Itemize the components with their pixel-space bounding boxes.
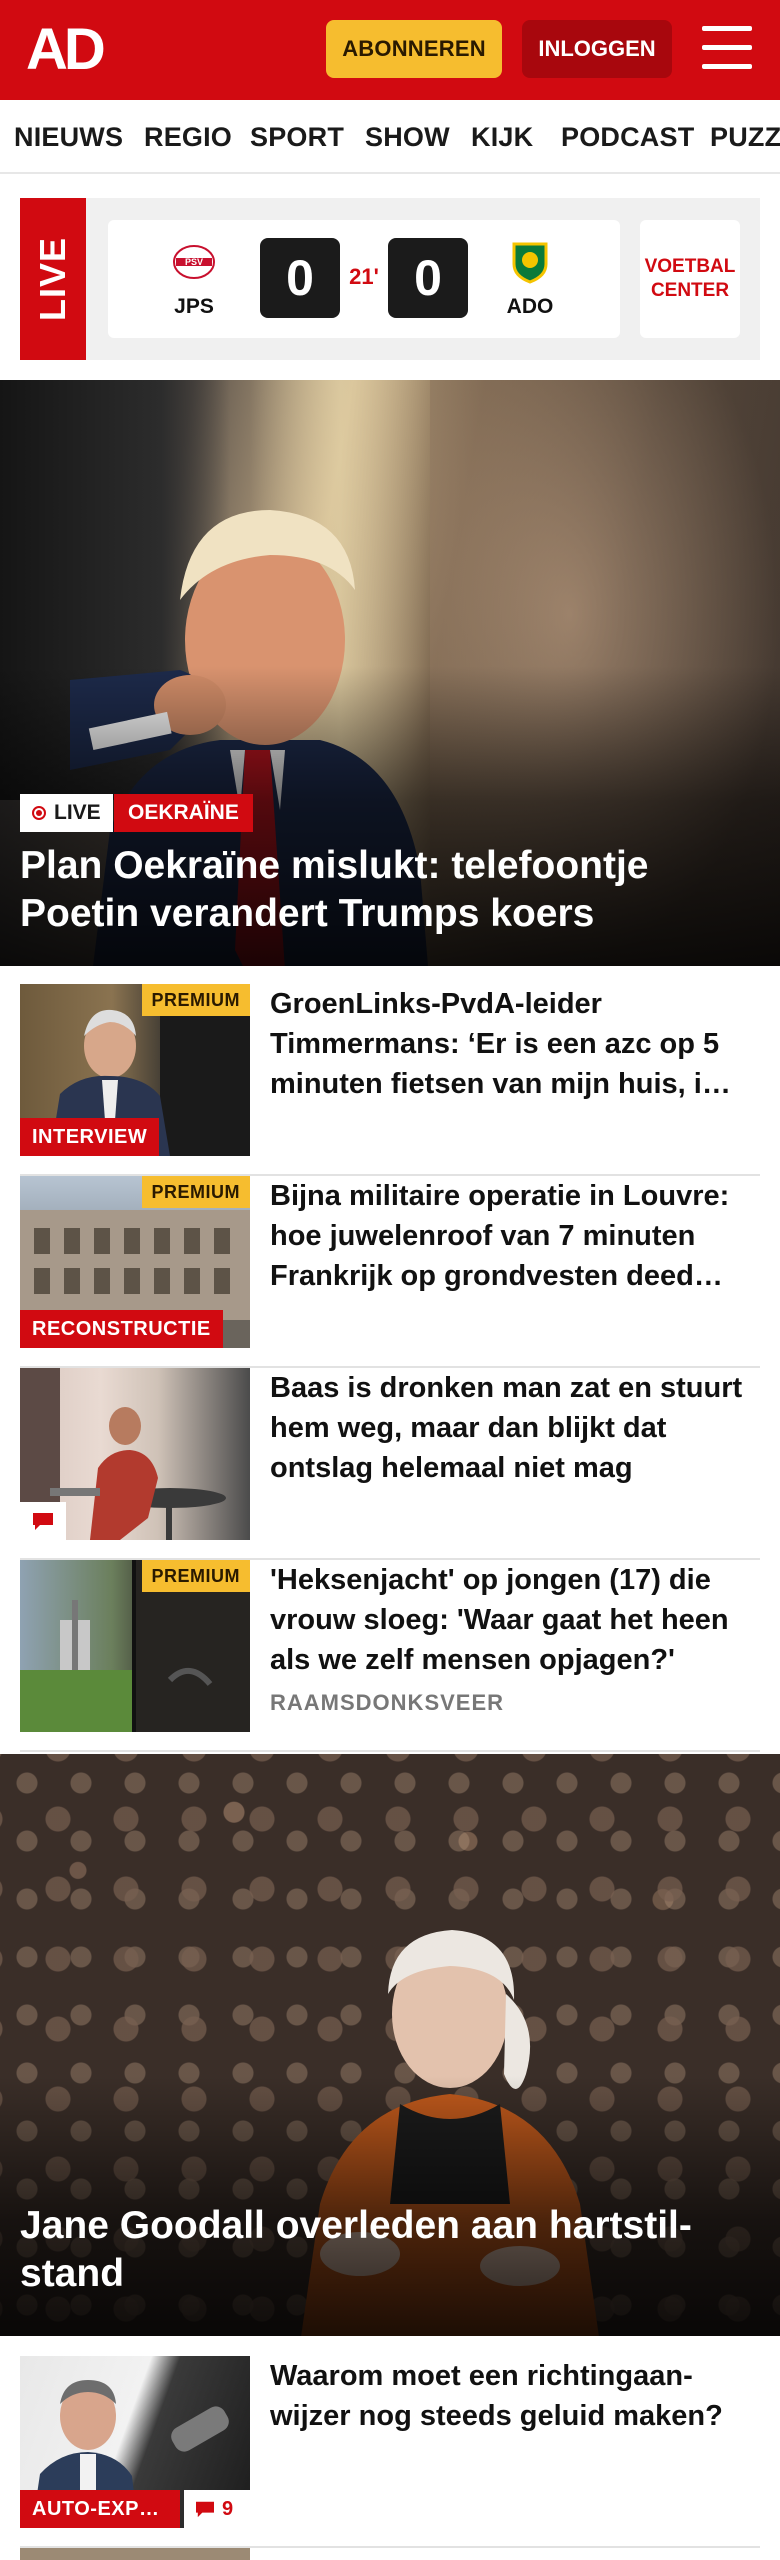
premium-badge: PREMIUM	[141, 1176, 250, 1208]
list-item[interactable]: PREMIUM RECONSTRUCTIE Bijna militaire op…	[20, 1176, 760, 1368]
live-tag: LIVE	[20, 198, 86, 360]
main-nav: NIEUWS REGIO SPORT SHOW KIJK PODCAST PUZ…	[0, 100, 780, 174]
home-team: PSV JPS	[154, 240, 234, 319]
live-dot-icon	[32, 806, 46, 820]
article-label: INTERVIEW	[20, 1118, 160, 1156]
article-label: RECONSTRUCTIE	[20, 1310, 223, 1348]
hero-title[interactable]: Plan Oekraïne mislukt: telefoontje Poeti…	[20, 842, 760, 938]
nav-item-podcast[interactable]: PODCAST	[561, 122, 694, 153]
next-article-peek	[20, 2548, 760, 2560]
premium-badge: PREMIUM	[141, 984, 250, 1016]
home-score: 0	[260, 238, 340, 318]
article-thumbnail: PREMIUM RECONSTRUCTIE	[20, 1176, 250, 1348]
hero-article-2[interactable]: Jane Goodall overleden aan hartstil­stan…	[0, 1754, 780, 2336]
article-location: RAAMSDONKSVEER	[270, 1690, 505, 1715]
match-minute: 21'	[349, 264, 379, 289]
away-team: ADO	[490, 240, 570, 319]
list-item[interactable]: Baas is dronken man zat en stuurt hem we…	[20, 1368, 760, 1560]
article-title[interactable]: Baas is dronken man zat en stuurt hem we…	[270, 1368, 760, 1488]
article-title[interactable]: 'Heksenjacht' op jongen (17) die vrouw s…	[270, 1560, 760, 1680]
live-score-widget: LIVE PSV JPS 0 21' 0 ADO VOETBAL CENTER	[20, 198, 760, 360]
article-thumbnail	[20, 1368, 250, 1540]
article-thumbnail: PREMIUM	[20, 1560, 250, 1732]
category-badge: OEKRAÏNE	[114, 794, 253, 832]
match-card[interactable]: PSV JPS 0 21' 0 ADO	[108, 220, 620, 338]
premium-badge: PREMIUM	[141, 1560, 250, 1592]
nav-item-sport[interactable]: SPORT	[250, 122, 344, 153]
nav-item-kijk[interactable]: KIJK	[471, 122, 533, 153]
ado-crest-icon	[512, 242, 548, 284]
hero2-title[interactable]: Jane Goodall overleden aan hartstil­stan…	[20, 2202, 760, 2298]
voetbal-center-link[interactable]: VOETBAL CENTER	[640, 220, 740, 338]
comment-count[interactable]: 9	[184, 2490, 250, 2528]
article-thumbnail: AUTO-EXP… 9	[20, 2356, 250, 2528]
live-badge: LIVE	[20, 794, 113, 832]
article-label: AUTO-EXP…	[20, 2490, 180, 2528]
article-title[interactable]: GroenLinks-PvdA-leider Timmermans: ‘Er i…	[270, 984, 760, 1104]
away-score: 0	[388, 238, 468, 318]
article-thumbnail: PREMIUM INTERVIEW	[20, 984, 250, 1156]
svg-text:PSV: PSV	[185, 257, 203, 267]
login-button[interactable]: INLOGGEN	[522, 20, 672, 78]
article-title[interactable]: Bijna militaire operatie in Louvre: hoe …	[270, 1176, 760, 1296]
nav-item-nieuws[interactable]: NIEUWS	[14, 122, 123, 153]
nav-item-regio[interactable]: REGIO	[144, 122, 232, 153]
ad-logo[interactable]: AD	[26, 21, 106, 79]
article-title[interactable]: Waarom moet een richtingaan­wijzer nog s…	[270, 2356, 760, 2436]
nav-item-puzzel[interactable]: PUZZ	[710, 122, 780, 153]
away-team-abbr: ADO	[506, 295, 554, 318]
subscribe-button[interactable]: ABONNEREN	[326, 20, 502, 78]
comment-icon	[196, 2501, 214, 2518]
psv-crest-icon: PSV	[173, 245, 215, 279]
comment-icon	[20, 1502, 66, 1540]
list-item[interactable]: AUTO-EXP… 9 Waarom moet een richtingaan­…	[20, 2356, 760, 2548]
hero-article[interactable]: LIVE OEKRAÏNE Plan Oekraïne mislukt: tel…	[0, 380, 780, 966]
nav-item-show[interactable]: SHOW	[365, 122, 450, 153]
list-item[interactable]: PREMIUM 'Heksenjacht' op jongen (17) die…	[20, 1560, 760, 1752]
top-bar: AD ABONNEREN INLOGGEN	[0, 0, 780, 100]
menu-icon[interactable]	[702, 26, 752, 70]
list-item[interactable]: PREMIUM INTERVIEW GroenLinks-PvdA-leider…	[20, 984, 760, 1176]
home-team-abbr: JPS	[174, 295, 214, 318]
